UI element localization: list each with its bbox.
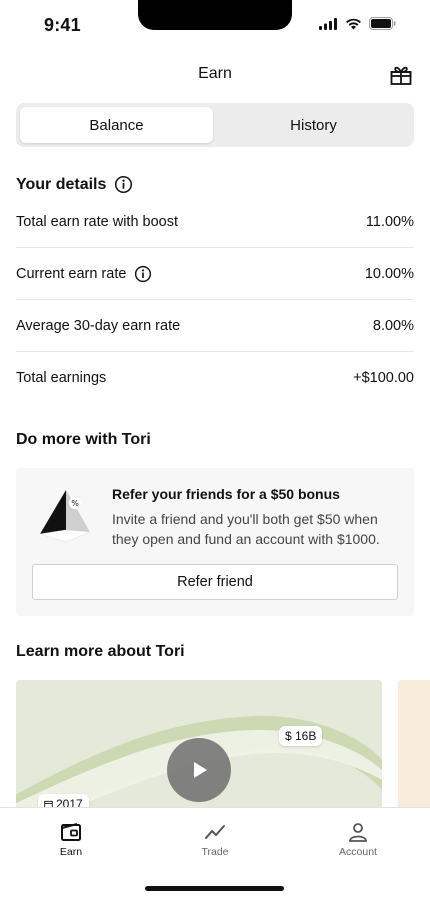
wifi-icon [346, 18, 361, 29]
balance-history-switch: Balance History [16, 103, 414, 147]
user-icon [349, 823, 367, 842]
detail-value: 8.00% [372, 317, 414, 334]
detail-row-boost-rate: Total earn rate with boost 11.00% [16, 196, 414, 248]
play-button[interactable] [167, 738, 231, 802]
detail-row-total-earnings: Total earnings +$100.00 [16, 352, 414, 404]
detail-value: 10.00% [364, 265, 414, 282]
details-title: Your details [16, 175, 107, 193]
amount-chip-label: $ 16B [285, 729, 317, 743]
more-title: Do more with Tori [16, 431, 151, 448]
detail-label: Average 30-day earn rate [16, 317, 181, 334]
tab-balance[interactable]: Balance [20, 107, 213, 143]
device-notch [138, 0, 292, 30]
wallet-icon [61, 823, 81, 841]
tab-trade[interactable]: Trade [170, 822, 260, 858]
detail-row-average-rate: Average 30-day earn rate 8.00% [16, 300, 414, 352]
status-icons [319, 17, 396, 30]
video-card[interactable]: $ 16B 2017 [16, 680, 382, 810]
referral-card: % Refer your friends for a $50 bonus Inv… [16, 468, 414, 616]
tab-history[interactable]: History [217, 107, 410, 143]
app-header: Earn [0, 60, 430, 90]
signal-icon [319, 17, 337, 30]
status-time: 9:41 [44, 15, 81, 35]
info-icon[interactable] [114, 175, 133, 194]
tab-earn[interactable]: Earn [26, 822, 116, 858]
tab-account-label: Account [339, 846, 377, 858]
detail-value: +$100.00 [353, 370, 414, 386]
detail-value: 11.00% [365, 213, 414, 230]
battery-icon [369, 17, 396, 30]
detail-label: Total earn rate with boost [16, 213, 179, 230]
tab-trade-label: Trade [201, 846, 229, 858]
tab-earn-label: Earn [59, 846, 83, 858]
learn-title: Learn more about Tori [16, 643, 185, 660]
pyramid-illustration: % [39, 490, 91, 543]
details-heading: Your details [16, 175, 133, 194]
svg-text:%: % [71, 499, 79, 508]
gift-icon[interactable] [389, 63, 413, 87]
home-indicator [145, 886, 284, 891]
next-video-card-peek[interactable] [398, 680, 430, 810]
play-icon [194, 762, 207, 778]
promo-title: Refer your friends for a $50 bonus [112, 486, 340, 502]
trend-chart-icon [205, 825, 225, 839]
promo-description: Invite a friend and you'll both get $50 … [112, 511, 380, 547]
tab-account[interactable]: Account [313, 822, 403, 858]
detail-label: Current earn rate [16, 265, 127, 282]
info-icon[interactable] [134, 265, 152, 283]
detail-row-current-rate: Current earn rate 10.00% [16, 248, 414, 300]
amount-chip: $ 16B [279, 726, 323, 746]
refer-friend-button[interactable]: Refer friend [32, 564, 398, 600]
status-bar: 9:41 [0, 0, 430, 50]
page-title: Earn [198, 65, 232, 82]
detail-label: Total earnings [16, 370, 107, 386]
detail-label-group: Current earn rate [16, 265, 152, 283]
